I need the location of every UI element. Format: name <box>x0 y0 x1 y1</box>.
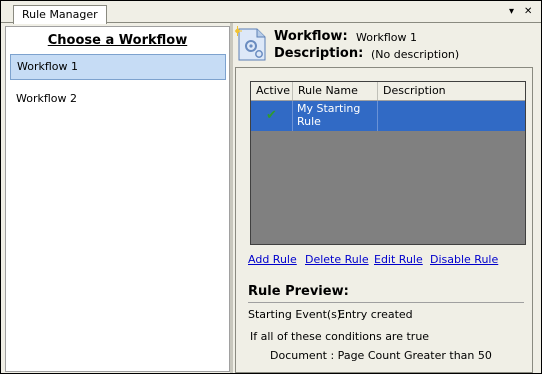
table-row[interactable]: ✔ My Starting Rule <box>251 101 525 131</box>
preview-divider <box>248 302 524 303</box>
column-header-rule-name[interactable]: Rule Name <box>293 82 378 100</box>
choose-workflow-heading: Choose a Workflow <box>47 33 188 48</box>
disable-rule-link[interactable]: Disable Rule <box>430 253 498 266</box>
workflow-value: Workflow 1 <box>356 31 418 44</box>
rule-name-line-1: My Starting <box>297 102 361 115</box>
rule-preview-heading: Rule Preview: <box>248 284 349 299</box>
starting-events-label: Starting Event(s): <box>248 308 345 321</box>
workflow-item-2[interactable]: Workflow 2 <box>10 86 226 112</box>
conditions-intro: If all of these conditions are true <box>250 330 430 343</box>
active-check-icon[interactable]: ✔ <box>251 101 293 131</box>
close-icon[interactable]: ✕ <box>524 6 532 18</box>
delete-rule-link[interactable]: Delete Rule <box>305 253 369 266</box>
workflow-item-1[interactable]: Workflow 1 <box>10 54 226 80</box>
add-rule-link[interactable]: Add Rule <box>248 253 297 266</box>
tab-rule-manager[interactable]: Rule Manager <box>13 5 107 24</box>
rules-group: Active Rule Name Description ✔ My Starti… <box>235 67 533 373</box>
workflow-document-gear-icon <box>235 26 266 61</box>
workflow-list-pane: Choose a Workflow Workflow 1 Workflow 2 <box>5 26 230 372</box>
edit-rule-link[interactable]: Edit Rule <box>374 253 423 266</box>
condition-1: Document : Page Count Greater than 50 <box>270 349 492 362</box>
rule-name-line-2: Rule <box>297 115 321 128</box>
column-header-active[interactable]: Active <box>251 82 293 100</box>
rules-grid[interactable]: Active Rule Name Description ✔ My Starti… <box>250 81 526 245</box>
rule-manager-window: Rule Manager ▾ ✕ Choose a Workflow Workf… <box>0 0 542 374</box>
description-value: (No description) <box>371 48 460 61</box>
grid-header: Active Rule Name Description <box>251 82 525 101</box>
rule-name-cell: My Starting Rule <box>293 101 378 131</box>
tab-label: Rule Manager <box>22 8 98 21</box>
column-header-description[interactable]: Description <box>378 82 525 100</box>
description-label: Description: <box>274 46 364 61</box>
tab-strip: Rule Manager ▾ ✕ <box>1 1 541 24</box>
pane-splitter[interactable] <box>230 23 233 373</box>
starting-events-value: Entry created <box>338 308 413 321</box>
workflow-label: Workflow: <box>274 29 348 44</box>
rule-description-cell <box>378 101 525 131</box>
pin-dropdown-icon[interactable]: ▾ <box>509 6 514 18</box>
